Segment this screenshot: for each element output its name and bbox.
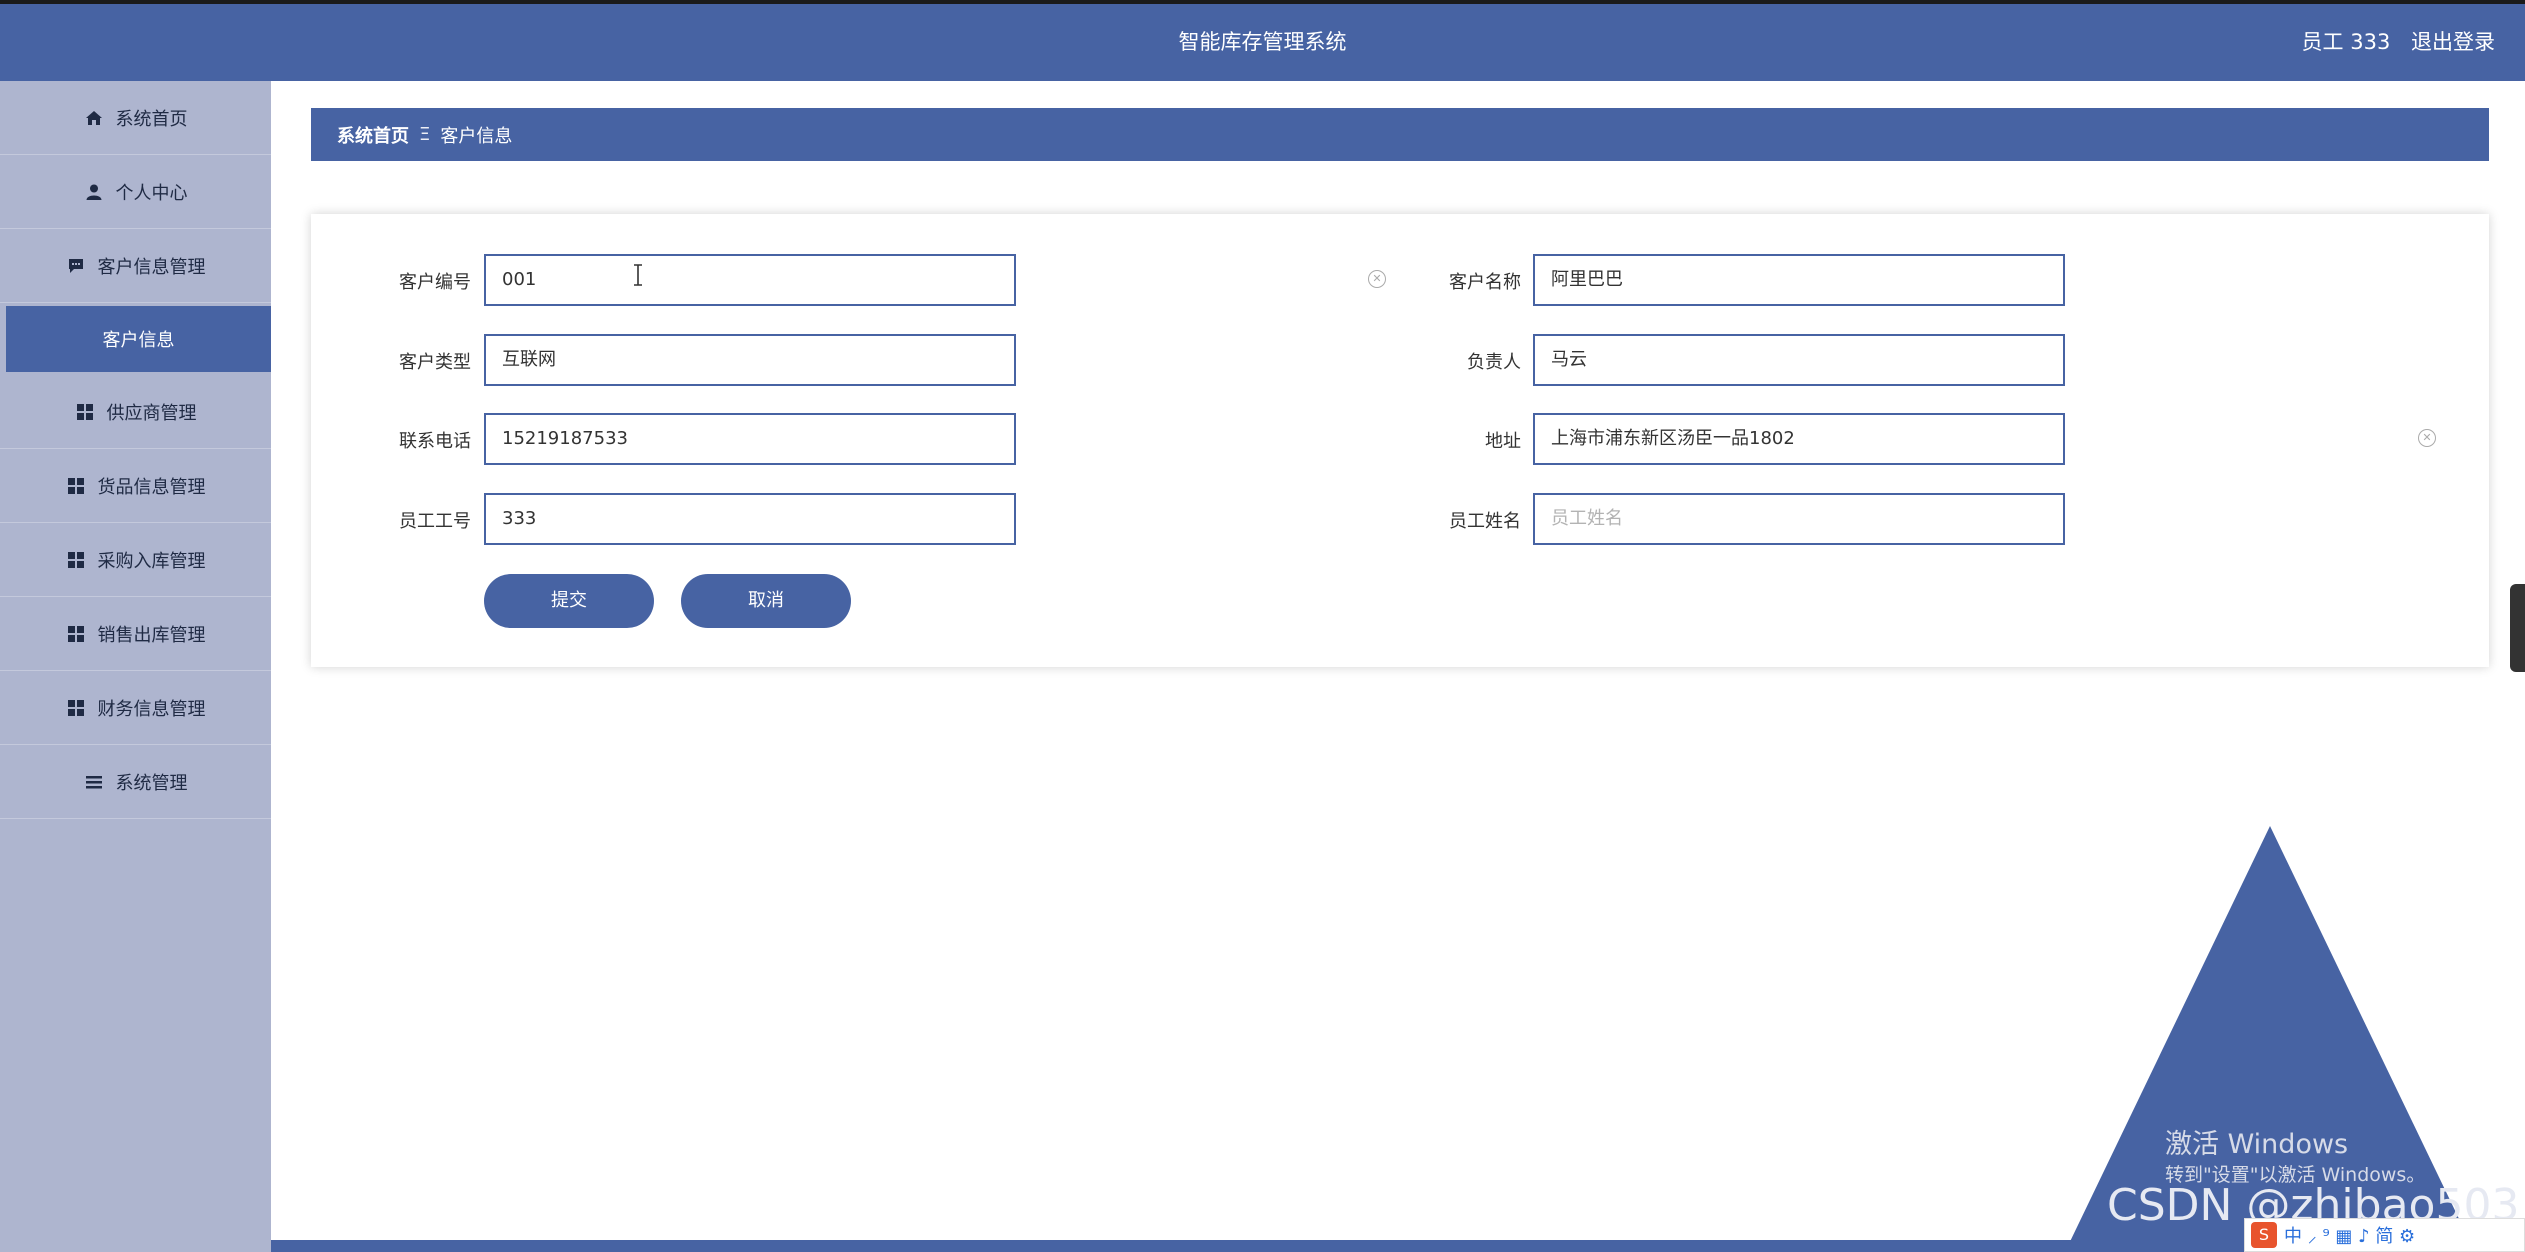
address-label: 地址 — [1485, 431, 1521, 452]
sidebar-item-home[interactable]: 系统首页 — [0, 81, 271, 155]
employee-name-label: 员工姓名 — [1449, 511, 1521, 532]
sidebar-item-profile[interactable]: 个人中心 — [0, 155, 271, 229]
clear-icon[interactable]: ✕ — [2418, 429, 2436, 447]
sidebar-item-label: 客户信息 — [102, 330, 175, 351]
breadcrumb-home[interactable]: 系统首页 — [337, 122, 409, 148]
sidebar-item-customer-management[interactable]: 客户信息管理 — [0, 229, 271, 303]
sidebar-item-label: 客户信息管理 — [97, 256, 206, 278]
sidebar-item-supplier[interactable]: 供应商管理 — [0, 375, 271, 449]
grid-icon — [75, 402, 95, 422]
scroll-handle[interactable] — [2510, 584, 2525, 672]
address-input[interactable]: 上海市浦东新区汤臣一品1802 — [1533, 413, 2065, 465]
logout-link[interactable]: 退出登录 — [2411, 30, 2495, 54]
sidebar-item-system[interactable]: 系统管理 — [0, 745, 271, 819]
ime-logo-icon: S — [2251, 1222, 2277, 1248]
customer-name-label: 客户名称 — [1449, 272, 1521, 293]
grid-icon — [66, 550, 86, 570]
employee-name-input[interactable]: 员工姓名 — [1533, 493, 2065, 545]
sidebar-item-customer-info[interactable]: 客户信息 — [0, 306, 271, 372]
customer-id-input[interactable]: 001 — [484, 254, 1016, 306]
sidebar-item-goods[interactable]: 货品信息管理 — [0, 449, 271, 523]
ime-toolbar[interactable]: S 中 ⸝ ⁹ ▦ ♪ 简 ⚙ — [2244, 1218, 2525, 1252]
customer-name-input[interactable]: 阿里巴巴 — [1533, 254, 2065, 306]
phone-input[interactable]: 15219187533 — [484, 413, 1016, 465]
grid-icon — [66, 624, 86, 644]
breadcrumb: 系统首页 Ξ 客户信息 — [311, 108, 2489, 161]
submit-button[interactable]: 提交 — [484, 574, 654, 628]
list-icon — [84, 772, 104, 792]
sidebar-item-purchase-inbound[interactable]: 采购入库管理 — [0, 523, 271, 597]
sidebar: 系统首页 个人中心 客户信息管理 客户信息 供应商管理 货品信息管理 采购入库管… — [0, 81, 271, 1252]
sidebar-item-label: 财务信息管理 — [97, 698, 206, 720]
phone-label: 联系电话 — [399, 431, 471, 452]
bottom-bar — [271, 1240, 2525, 1252]
cancel-button[interactable]: 取消 — [681, 574, 851, 628]
sidebar-item-label: 个人中心 — [115, 182, 188, 204]
chat-icon — [66, 256, 86, 276]
sidebar-item-sales-outbound[interactable]: 销售出库管理 — [0, 597, 271, 671]
text-cursor-icon — [634, 264, 642, 286]
breadcrumb-current: 客户信息 — [440, 125, 513, 147]
sidebar-item-label: 采购入库管理 — [97, 550, 206, 572]
sidebar-item-label: 销售出库管理 — [97, 624, 206, 646]
manager-label: 负责人 — [1467, 352, 1521, 373]
sidebar-item-finance[interactable]: 财务信息管理 — [0, 671, 271, 745]
sidebar-item-label: 系统管理 — [115, 772, 188, 794]
breadcrumb-separator: Ξ — [419, 124, 431, 145]
top-bar: 智能库存管理系统 员工 333 退出登录 — [0, 0, 2525, 81]
sidebar-item-label: 货品信息管理 — [97, 476, 206, 498]
manager-input[interactable]: 马云 — [1533, 334, 2065, 386]
sidebar-item-label: 供应商管理 — [106, 402, 197, 424]
sidebar-item-label: 系统首页 — [115, 108, 188, 130]
windows-activation-title: 激活 Windows — [2165, 1129, 2349, 1160]
home-icon — [84, 108, 104, 128]
user-label: 员工 333 — [2301, 30, 2391, 54]
app-title: 智能库存管理系统 — [1178, 30, 1347, 54]
grid-icon — [66, 698, 86, 718]
employee-id-label: 员工工号 — [399, 511, 471, 532]
customer-id-label: 客户编号 — [399, 272, 471, 293]
employee-id-input[interactable]: 333 — [484, 493, 1016, 545]
grid-icon — [66, 476, 86, 496]
customer-type-input[interactable]: 互联网 — [484, 334, 1016, 386]
user-area: 员工 333 退出登录 — [2288, 4, 2495, 81]
ime-status: 中 ⸝ ⁹ ▦ ♪ 简 ⚙ — [2284, 1226, 2416, 1247]
user-icon — [84, 182, 104, 202]
customer-type-label: 客户类型 — [399, 352, 471, 373]
